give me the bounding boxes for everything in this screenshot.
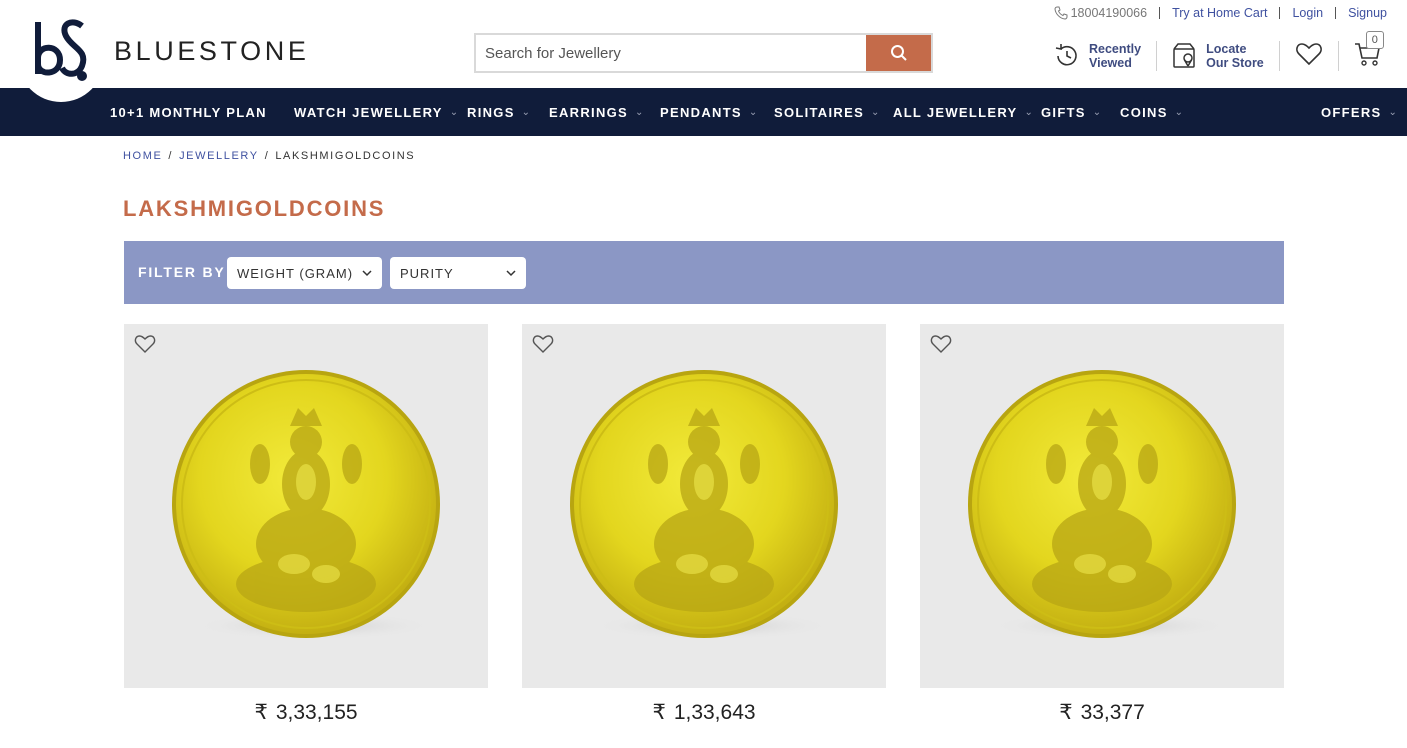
heart-icon bbox=[1295, 42, 1322, 65]
locate-label-1: Locate bbox=[1206, 42, 1247, 56]
nav-label: COINS bbox=[1120, 104, 1168, 120]
page-title: LAKSHMIGOLDCOINS bbox=[123, 196, 386, 221]
coin-image[interactable] bbox=[960, 364, 1244, 648]
nav-item-watch-jewellery[interactable]: WATCH JEWELLERY ⌄ bbox=[294, 88, 459, 136]
nav-label: RINGS bbox=[467, 104, 515, 120]
product-card[interactable] bbox=[522, 324, 886, 688]
breadcrumb: HOME / JEWELLERY / LAKSHMIGOLDCOINS bbox=[123, 150, 415, 162]
nav-label: SOLITAIRES bbox=[774, 104, 865, 120]
divider bbox=[1156, 41, 1158, 71]
nav-item-monthly-plan[interactable]: 10+1 MONTHLY PLAN bbox=[110, 88, 267, 136]
divider bbox=[1279, 7, 1281, 19]
price-value: 3,33,155 bbox=[275, 701, 358, 724]
site-header: BLUESTONE 18004190066 Try at Home Cart L… bbox=[0, 0, 1407, 102]
filter-label: FILTER BY bbox=[138, 264, 226, 280]
purity-filter-label: PURITY bbox=[400, 265, 454, 281]
top-links: 18004190066 Try at Home Cart Login Signu… bbox=[1054, 6, 1387, 20]
rupee-symbol: ₹ bbox=[652, 701, 666, 724]
nav-label: ALL JEWELLERY bbox=[893, 104, 1018, 120]
rupee-symbol: ₹ bbox=[1059, 701, 1073, 724]
coin-image[interactable] bbox=[164, 364, 448, 648]
search-input[interactable] bbox=[476, 35, 866, 71]
chevron-down-icon: ⌄ bbox=[449, 106, 460, 118]
nav-item-coins[interactable]: COINS ⌄ bbox=[1120, 88, 1184, 136]
nav-item-offers[interactable]: OFFERS ⌄ bbox=[1321, 88, 1398, 136]
brand-name[interactable]: BLUESTONE bbox=[114, 36, 309, 67]
product-card[interactable] bbox=[920, 324, 1284, 688]
nav-label: PENDANTS bbox=[660, 104, 742, 120]
product-price: ₹33,377 bbox=[920, 700, 1284, 725]
nav-item-solitaires[interactable]: SOLITAIRES ⌄ bbox=[774, 88, 881, 136]
wishlist-heart-icon[interactable] bbox=[532, 334, 554, 354]
product-price: ₹1,33,643 bbox=[522, 700, 886, 725]
nav-label: EARRINGS bbox=[549, 104, 629, 120]
nav-label: WATCH JEWELLERY bbox=[294, 104, 443, 120]
main-nav: 10+1 MONTHLY PLAN WATCH JEWELLERY ⌄ RINGS… bbox=[0, 88, 1407, 136]
breadcrumb-current: LAKSHMIGOLDCOINS bbox=[275, 150, 416, 162]
product-price: ₹3,33,155 bbox=[124, 700, 488, 725]
breadcrumb-separator: / bbox=[168, 150, 174, 162]
divider bbox=[1335, 7, 1337, 19]
chevron-down-icon bbox=[362, 270, 372, 277]
cart-count-badge: 0 bbox=[1365, 30, 1384, 49]
try-at-home-link[interactable]: Try at Home Cart bbox=[1172, 6, 1267, 20]
nav-item-rings[interactable]: RINGS ⌄ bbox=[467, 88, 531, 136]
wishlist-heart-icon[interactable] bbox=[134, 334, 156, 354]
cart-button[interactable]: 0 bbox=[1354, 30, 1384, 73]
chevron-down-icon: ⌄ bbox=[521, 106, 532, 118]
recently-label-2: Viewed bbox=[1089, 56, 1132, 70]
nav-item-earrings[interactable]: EARRINGS ⌄ bbox=[549, 88, 645, 136]
phone-icon bbox=[1054, 6, 1068, 20]
chevron-down-icon: ⌄ bbox=[1388, 106, 1399, 118]
rupee-symbol: ₹ bbox=[254, 701, 268, 724]
divider bbox=[1278, 41, 1280, 71]
chevron-down-icon: ⌄ bbox=[1092, 106, 1103, 118]
breadcrumb-separator: / bbox=[264, 150, 270, 162]
nav-item-pendants[interactable]: PENDANTS ⌄ bbox=[660, 88, 759, 136]
search-bar bbox=[474, 33, 933, 73]
weight-filter-label: WEIGHT (GRAM) bbox=[237, 265, 354, 281]
locate-store-button[interactable]: Locate Our Store bbox=[1172, 42, 1264, 70]
divider bbox=[1337, 41, 1339, 71]
locate-label-2: Our Store bbox=[1206, 56, 1264, 70]
signup-link[interactable]: Signup bbox=[1348, 6, 1387, 20]
weight-filter-dropdown[interactable]: WEIGHT (GRAM) bbox=[227, 257, 382, 289]
wishlist-heart-icon[interactable] bbox=[930, 334, 952, 354]
logo-icon[interactable] bbox=[30, 18, 92, 84]
product-card[interactable] bbox=[124, 324, 488, 688]
chevron-down-icon: ⌄ bbox=[635, 106, 645, 118]
breadcrumb-jewellery[interactable]: JEWELLERY bbox=[179, 150, 259, 162]
phone-number: 18004190066 bbox=[1070, 6, 1148, 20]
nav-label: 10+1 MONTHLY PLAN bbox=[110, 104, 267, 120]
chevron-down-icon: ⌄ bbox=[1024, 106, 1035, 118]
login-link[interactable]: Login bbox=[1292, 6, 1323, 20]
chevron-down-icon: ⌄ bbox=[871, 106, 881, 118]
filter-bar: FILTER BY WEIGHT (GRAM) PURITY bbox=[124, 241, 1284, 304]
history-icon bbox=[1055, 44, 1077, 66]
store-locator-icon bbox=[1173, 43, 1195, 68]
nav-label: GIFTS bbox=[1041, 104, 1086, 120]
chevron-down-icon: ⌄ bbox=[1174, 106, 1185, 118]
recently-viewed-button[interactable]: Recently Viewed bbox=[1053, 42, 1141, 70]
price-value: 33,377 bbox=[1080, 701, 1145, 724]
nav-label: OFFERS bbox=[1321, 104, 1382, 120]
search-icon bbox=[890, 45, 907, 61]
nav-item-gifts[interactable]: GIFTS ⌄ bbox=[1041, 88, 1102, 136]
phone-contact[interactable]: 18004190066 bbox=[1054, 6, 1147, 20]
coin-image[interactable] bbox=[562, 364, 846, 648]
chevron-down-icon: ⌄ bbox=[748, 106, 759, 118]
chevron-down-icon bbox=[506, 270, 516, 277]
search-button[interactable] bbox=[866, 35, 931, 71]
price-value: 1,33,643 bbox=[673, 701, 756, 724]
header-utilities: Recently Viewed Locate Our Store 0 bbox=[1053, 30, 1384, 73]
divider bbox=[1159, 7, 1161, 19]
recently-label-1: Recently bbox=[1089, 42, 1142, 56]
purity-filter-dropdown[interactable]: PURITY bbox=[390, 257, 526, 289]
wishlist-button[interactable] bbox=[1295, 41, 1323, 72]
nav-item-all-jewellery[interactable]: ALL JEWELLERY ⌄ bbox=[893, 88, 1034, 136]
breadcrumb-home[interactable]: HOME bbox=[123, 150, 162, 162]
